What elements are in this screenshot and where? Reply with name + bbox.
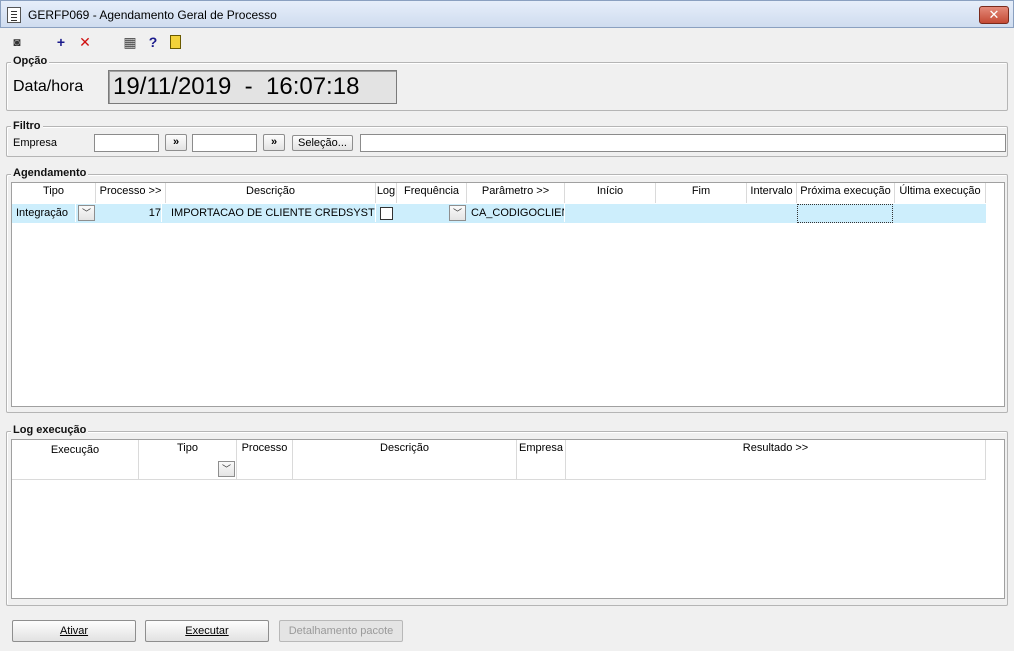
tipo-dropdown-chevron-down-icon[interactable]: ﹀ [78, 205, 95, 221]
executar-button[interactable]: Executar [145, 620, 269, 642]
row-log-checkbox[interactable] [380, 207, 393, 220]
document-icon [7, 7, 21, 23]
ativar-button[interactable]: Ativar [12, 620, 136, 642]
empresa-from-input[interactable] [94, 134, 159, 152]
filtro-legend: Filtro [11, 120, 43, 132]
log-col-resultado[interactable]: Resultado >> [566, 440, 986, 479]
col-inicio[interactable]: Início [565, 183, 656, 203]
row-descricao: IMPORTACAO DE CLIENTE CREDSYSTEM [171, 204, 376, 222]
log-grid[interactable]: Execução Tipo ﹀ Processo Descrição Empre… [11, 439, 1005, 599]
selecao-button[interactable]: Seleção... [292, 135, 353, 151]
opcao-legend: Opção [11, 55, 50, 67]
log-col-processo[interactable]: Processo [237, 440, 293, 479]
agendamento-grid[interactable]: Tipo Processo >> Descrição Log Frequênci… [11, 182, 1005, 407]
close-button[interactable]: ✕ [979, 6, 1009, 24]
row-tipo: Integração [16, 204, 76, 222]
table-row[interactable]: Integração ﹀ 17 IMPORTACAO DE CLIENTE CR… [12, 204, 986, 223]
row-processo: 17 [96, 204, 162, 222]
col-parametro[interactable]: Parâmetro >> [467, 183, 565, 203]
col-intervalo[interactable]: Intervalo [747, 183, 797, 203]
log-col-empresa[interactable]: Empresa [517, 440, 566, 479]
col-ultima-execucao[interactable]: Última execução [895, 183, 986, 203]
add-icon[interactable]: + [53, 34, 69, 50]
row-parametro: CA_CODIGOCLIENTE [471, 204, 565, 222]
delete-icon[interactable]: ✕ [77, 34, 93, 50]
empresa-label: Empresa [13, 137, 58, 149]
exit-icon[interactable]: ◙ [9, 34, 25, 50]
log-header-row: Execução Tipo ﹀ Processo Descrição Empre… [12, 440, 986, 480]
log-col-descricao[interactable]: Descrição [293, 440, 517, 479]
log-legend: Log execução [11, 424, 89, 436]
col-tipo[interactable]: Tipo [12, 183, 96, 203]
door-icon[interactable] [170, 35, 181, 49]
window-title: GERFP069 - Agendamento Geral de Processo [28, 8, 277, 22]
col-descricao[interactable]: Descrição [166, 183, 376, 203]
empresa-to-input[interactable] [192, 134, 257, 152]
empresa-to-lookup-button[interactable]: » [263, 134, 285, 151]
detalhamento-pacote-button[interactable]: Detalhamento pacote [279, 620, 403, 642]
col-frequencia[interactable]: Frequência [397, 183, 467, 203]
frequencia-dropdown-chevron-down-icon[interactable]: ﹀ [449, 205, 466, 221]
col-processo[interactable]: Processo >> [96, 183, 166, 203]
log-tipo-chevron-down-icon[interactable]: ﹀ [218, 461, 235, 477]
title-bar: GERFP069 - Agendamento Geral de Processo… [0, 0, 1014, 28]
agendamento-legend: Agendamento [11, 167, 89, 179]
col-log[interactable]: Log [376, 183, 397, 203]
help-icon[interactable]: ? [145, 34, 161, 50]
col-proxima-execucao[interactable]: Próxima execução [797, 183, 895, 203]
row-proxima-execucao-cell[interactable] [797, 204, 893, 223]
datahora-display: 19/11/2019 - 16:07:18 [108, 70, 397, 104]
selection-text-field[interactable] [360, 134, 1006, 152]
col-fim[interactable]: Fim [656, 183, 747, 203]
log-col-execucao[interactable]: Execução [12, 440, 139, 479]
executar-button-label: Executar [185, 625, 229, 637]
datahora-label: Data/hora [13, 78, 84, 95]
empresa-from-lookup-button[interactable]: » [165, 134, 187, 151]
ativar-button-label: Ativar [59, 625, 89, 637]
calendar-icon[interactable]: ▦ [122, 34, 138, 50]
